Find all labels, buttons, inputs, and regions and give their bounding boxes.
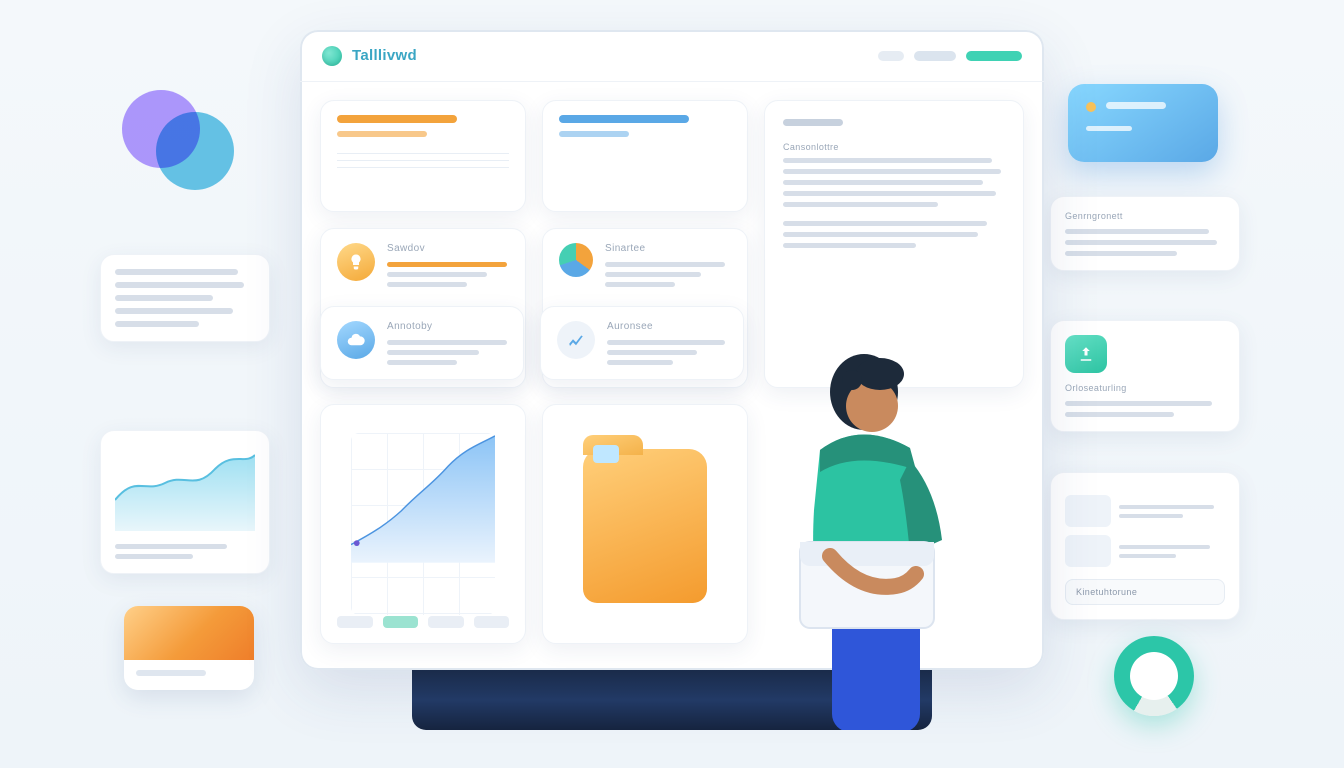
hero-card-b[interactable]: [542, 100, 748, 212]
line-chart-icon: [557, 321, 595, 359]
feature-label: Sawdov: [387, 243, 507, 254]
right-card-title: Genrngronett: [1065, 211, 1225, 221]
pie-chart-icon: [559, 243, 593, 277]
cta-button[interactable]: Kinetuhtorune: [1065, 579, 1225, 605]
list-thumbnail-icon: [1065, 535, 1111, 567]
card-line-2: [1086, 126, 1132, 131]
app-window: Talllivwd Cansonlottre: [300, 30, 1044, 670]
folder-icon: [583, 449, 707, 603]
venn-circle-teal: [156, 112, 234, 190]
header-cta-button[interactable]: [966, 51, 1022, 61]
right-credit-card-widget[interactable]: [1068, 84, 1218, 162]
area-chart-icon: [115, 445, 255, 531]
monitor-stand: [412, 670, 932, 730]
feature-label: Auronsee: [607, 321, 725, 332]
feature-label: Sinartee: [605, 243, 725, 254]
thumbnail-caption: [136, 670, 206, 676]
left-mini-chart-card: [100, 430, 270, 580]
feature-card-auronsee[interactable]: Auronsee: [540, 306, 744, 380]
progress-ring-widget: [1114, 636, 1194, 716]
upload-icon: [1065, 335, 1107, 373]
lamp-icon: [337, 243, 375, 281]
main-area-chart-card[interactable]: [320, 404, 526, 644]
panel-section-label: Cansonlottre: [783, 142, 1005, 152]
right-card-list[interactable]: Kinetuhtorune: [1050, 472, 1240, 620]
card-line-1: [1106, 102, 1166, 109]
left-image-thumbnail[interactable]: [124, 606, 254, 690]
header-nav-link[interactable]: [914, 51, 956, 61]
monitor-frame: Talllivwd Cansonlottre: [300, 30, 1044, 730]
cta-label: Kinetuhtorune: [1076, 587, 1137, 597]
right-card-geringronett[interactable]: Genrngronett: [1050, 196, 1240, 271]
feature-card-annotoby[interactable]: Annotoby: [320, 306, 524, 380]
chart-legend: [337, 611, 509, 633]
app-header: Talllivwd: [300, 30, 1044, 82]
folder-chart-card[interactable]: [542, 404, 748, 644]
detail-panel: Cansonlottre: [764, 100, 1024, 388]
brand-name: Talllivwd: [352, 47, 417, 64]
area-chart-icon: [351, 433, 495, 563]
header-toggle[interactable]: [878, 51, 904, 61]
hero-card-a[interactable]: [320, 100, 526, 212]
venn-diagram-widget: [110, 78, 240, 208]
list-thumbnail-icon: [1065, 495, 1111, 527]
thumbnail-image-icon: [124, 606, 254, 660]
panel-heading: [783, 119, 843, 126]
left-text-card: [100, 254, 270, 342]
image-thumb-icon: [593, 445, 619, 463]
feature-label: Annotoby: [387, 321, 507, 332]
card-chip-icon: [1086, 102, 1096, 112]
progress-ring-icon: [1114, 636, 1194, 716]
cloud-icon: [337, 321, 375, 359]
brand-logo-icon[interactable]: [322, 46, 342, 66]
right-card-orloseaturling[interactable]: Orloseaturling: [1050, 320, 1240, 432]
right-card-title: Orloseaturling: [1065, 383, 1225, 393]
